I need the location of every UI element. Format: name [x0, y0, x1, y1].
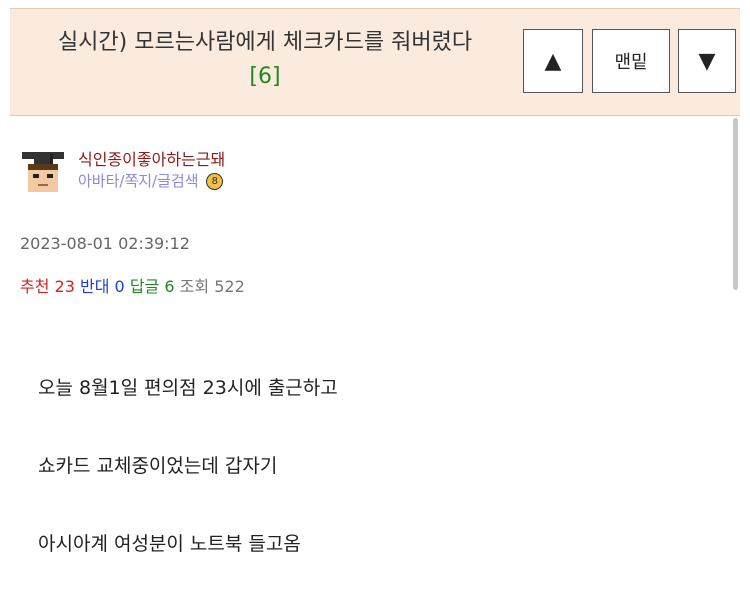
up-arrow-icon: ▲ — [544, 48, 562, 74]
body-paragraph: 쇼카드 교체중이었는데 갑자기 — [38, 455, 278, 477]
level-badge-icon: 8 — [206, 173, 224, 190]
avatar[interactable] — [20, 152, 66, 194]
go-bottom-button[interactable]: 맨밑 — [592, 29, 670, 93]
views-count: 522 — [214, 277, 245, 296]
scroll-up-button[interactable]: ▲ — [523, 29, 583, 93]
post-stats: 추천 23 반대 0 답글 6 조회 522 — [20, 273, 245, 297]
post-date: 2023-08-01 02:39:12 — [20, 234, 190, 253]
reply-label: 답글 — [129, 277, 160, 296]
oppose-label: 반대 — [80, 277, 110, 296]
views-label: 조회 — [179, 277, 210, 296]
scrollbar[interactable] — [733, 118, 738, 290]
body-paragraph: 아시아계 여성분이 노트북 들고옴 — [38, 533, 301, 555]
author-name[interactable]: 식인종이좋아하는근돼 — [78, 146, 225, 170]
reply-count: 6 — [164, 277, 175, 296]
body-paragraph: 오늘 8월1일 편의점 23시에 출근하고 — [38, 377, 338, 399]
oppose-count: 0 — [114, 277, 125, 296]
post-header: 실시간) 모르는사람에게 체크카드를 줘버렸다 [6] ▲ 맨밑 ▼ — [10, 8, 740, 116]
scroll-down-button[interactable]: ▼ — [678, 29, 736, 93]
down-arrow-icon: ▼ — [698, 48, 716, 74]
post-title-text: 실시간) 모르는사람에게 체크카드를 줘버렸다 — [57, 30, 473, 55]
author-links[interactable]: 아바타/쪽지/글검색 8 — [78, 170, 224, 191]
recommend-label: 추천 — [20, 277, 50, 296]
recommend-count: 23 — [54, 277, 75, 296]
comment-count[interactable]: [6] — [10, 61, 520, 93]
author-links-text[interactable]: 아바타/쪽지/글검색 — [78, 172, 199, 190]
post-title: 실시간) 모르는사람에게 체크카드를 줘버렸다 [6] — [10, 27, 520, 93]
